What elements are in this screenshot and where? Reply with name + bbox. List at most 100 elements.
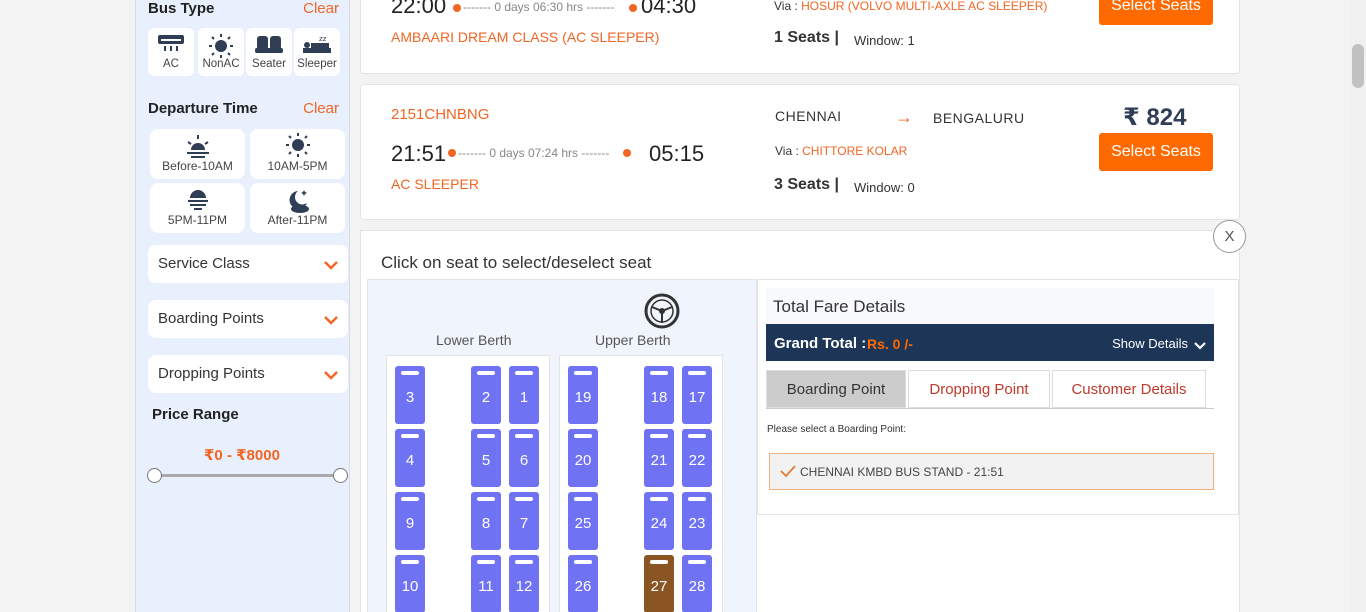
departure-10am-5pm-option[interactable]: 10AM-5PM <box>250 129 345 179</box>
seat-pillow <box>477 371 495 375</box>
seat-pillow <box>688 434 706 438</box>
arrival-time: 05:15 <box>649 141 705 166</box>
show-details-link[interactable]: Show Details <box>1112 336 1188 351</box>
tab-divider <box>766 408 1214 409</box>
seat-pillow <box>574 497 592 501</box>
chevron-down-icon[interactable] <box>1194 337 1206 355</box>
boarding-points-dropdown[interactable]: Boarding Points <box>148 300 348 338</box>
seat-5[interactable]: 5 <box>471 429 501 487</box>
departure-after-11pm-option[interactable]: After-11PM <box>250 183 345 233</box>
seat-pillow <box>515 497 533 501</box>
upper-berth-grid: 19 18 17 20 21 22 25 24 23 26 27 28 <box>559 355 723 612</box>
price-range-slider-track[interactable] <box>156 474 341 477</box>
bus-type-ac-label: AC <box>163 58 179 70</box>
bus-type-ac-option[interactable]: AC <box>148 28 194 76</box>
seat-12[interactable]: 12 <box>509 555 539 612</box>
seat-7[interactable]: 7 <box>509 492 539 550</box>
grand-total-value: Rs. 0 /- <box>867 336 913 352</box>
seat-18[interactable]: 18 <box>644 366 674 424</box>
departure-after-11pm-label: After-11PM <box>267 213 328 227</box>
bus-code: 2151CHNBNG <box>391 106 490 123</box>
sun-icon <box>198 28 244 58</box>
timeline-dot <box>448 149 456 157</box>
bus-result-card-2: 2151CHNBNG 21:51 ------- 0 days 07:24 hr… <box>360 84 1240 220</box>
seat-17[interactable]: 17 <box>682 366 712 424</box>
filter-sidebar: Bus Type Clear AC NonAC Seater zz Sleepe… <box>135 0 350 612</box>
seat-pillow <box>574 560 592 564</box>
close-seat-panel-button[interactable]: X <box>1213 220 1246 253</box>
seat-pillow <box>574 434 592 438</box>
seat-4[interactable]: 4 <box>395 429 425 487</box>
seat-26[interactable]: 26 <box>568 555 598 612</box>
select-seats-button[interactable]: Select Seats <box>1099 133 1213 171</box>
price-range-heading: Price Range <box>152 406 239 423</box>
dropping-points-dropdown[interactable]: Dropping Points <box>148 355 348 393</box>
tab-customer-details[interactable]: Customer Details <box>1052 370 1206 408</box>
seat-pillow <box>477 497 495 501</box>
price-range-value: ₹0 - ₹8000 <box>204 447 280 464</box>
arrival-time: 04:30 <box>641 0 697 18</box>
seat-23[interactable]: 23 <box>682 492 712 550</box>
grand-total-bar: Grand Total : Rs. 0 /- Show Details <box>766 324 1214 361</box>
departure-before-10am-option[interactable]: Before-10AM <box>150 129 245 179</box>
seat-1[interactable]: 1 <box>509 366 539 424</box>
departure-time: 22:00 <box>391 0 447 18</box>
bus-type-seater-option[interactable]: Seater <box>246 28 292 76</box>
upper-berth-label: Upper Berth <box>595 332 671 348</box>
seat-20[interactable]: 20 <box>568 429 598 487</box>
seat-27[interactable]: 27 <box>644 555 674 612</box>
available-seats: 3 Seats | <box>774 176 839 193</box>
svg-text:zz: zz <box>319 35 327 43</box>
lower-berth-grid: 3 2 1 4 5 6 9 8 7 10 11 12 <box>386 355 550 612</box>
seat-8[interactable]: 8 <box>471 492 501 550</box>
bus-type-sleeper-option[interactable]: zz Sleeper <box>294 28 340 76</box>
timeline-dot <box>453 4 461 12</box>
boarding-points-label: Boarding Points <box>158 310 264 327</box>
sunset-icon <box>150 183 245 213</box>
tab-dropping-point[interactable]: Dropping Point <box>908 370 1050 408</box>
service-class-dropdown[interactable]: Service Class <box>148 245 348 283</box>
seat-11[interactable]: 11 <box>471 555 501 612</box>
seat-22[interactable]: 22 <box>682 429 712 487</box>
boarding-point-option[interactable]: CHENNAI KMBD BUS STAND - 21:51 <box>769 453 1214 490</box>
seat-9[interactable]: 9 <box>395 492 425 550</box>
select-seats-button[interactable]: Select Seats <box>1099 0 1213 25</box>
seat-19[interactable]: 19 <box>568 366 598 424</box>
seat-10[interactable]: 10 <box>395 555 425 612</box>
page-scrollbar[interactable] <box>1350 0 1366 612</box>
via-route: Via : HOSUR (VOLVO MULTI-AXLE AC SLEEPER… <box>774 0 1048 13</box>
grand-total-label: Grand Total : <box>774 335 867 352</box>
ticket-price: ₹ 824 <box>1123 104 1187 131</box>
tab-boarding-point[interactable]: Boarding Point <box>766 370 906 408</box>
price-min-handle[interactable] <box>147 468 162 483</box>
seat-pillow <box>650 560 668 564</box>
bus-type-clear-link[interactable]: Clear <box>303 0 339 17</box>
seat-6[interactable]: 6 <box>509 429 539 487</box>
seat-pillow <box>477 560 495 564</box>
price-max-handle[interactable] <box>333 468 348 483</box>
lower-berth-label: Lower Berth <box>436 332 512 348</box>
seat-pillow <box>650 497 668 501</box>
seat-21[interactable]: 21 <box>644 429 674 487</box>
seat-28[interactable]: 28 <box>682 555 712 612</box>
seat-25[interactable]: 25 <box>568 492 598 550</box>
departure-before-10am-label: Before-10AM <box>162 159 233 173</box>
seat-pillow <box>688 371 706 375</box>
journey-duration: ------- 0 days 07:24 hrs ------- <box>458 146 610 160</box>
seat-pillow <box>515 560 533 564</box>
window-seats: Window: 1 <box>854 33 915 48</box>
seat-pillow <box>688 497 706 501</box>
destination-city: BENGALURU <box>933 110 1025 126</box>
seat-24[interactable]: 24 <box>644 492 674 550</box>
chevron-down-icon <box>324 312 338 329</box>
seat-layout: Lower Berth Upper Berth 3 2 1 4 5 6 9 8 7 10 11 12 … <box>367 279 757 612</box>
departure-time-clear-link[interactable]: Clear <box>303 100 339 117</box>
bus-type-nonac-option[interactable]: NonAC <box>198 28 244 76</box>
departure-5pm-11pm-option[interactable]: 5PM-11PM <box>150 183 245 233</box>
dropping-points-label: Dropping Points <box>158 365 265 382</box>
ac-icon <box>148 28 194 58</box>
scrollbar-thumb[interactable] <box>1352 44 1364 88</box>
seat-3[interactable]: 3 <box>395 366 425 424</box>
seat-2[interactable]: 2 <box>471 366 501 424</box>
chevron-down-icon <box>324 367 338 384</box>
